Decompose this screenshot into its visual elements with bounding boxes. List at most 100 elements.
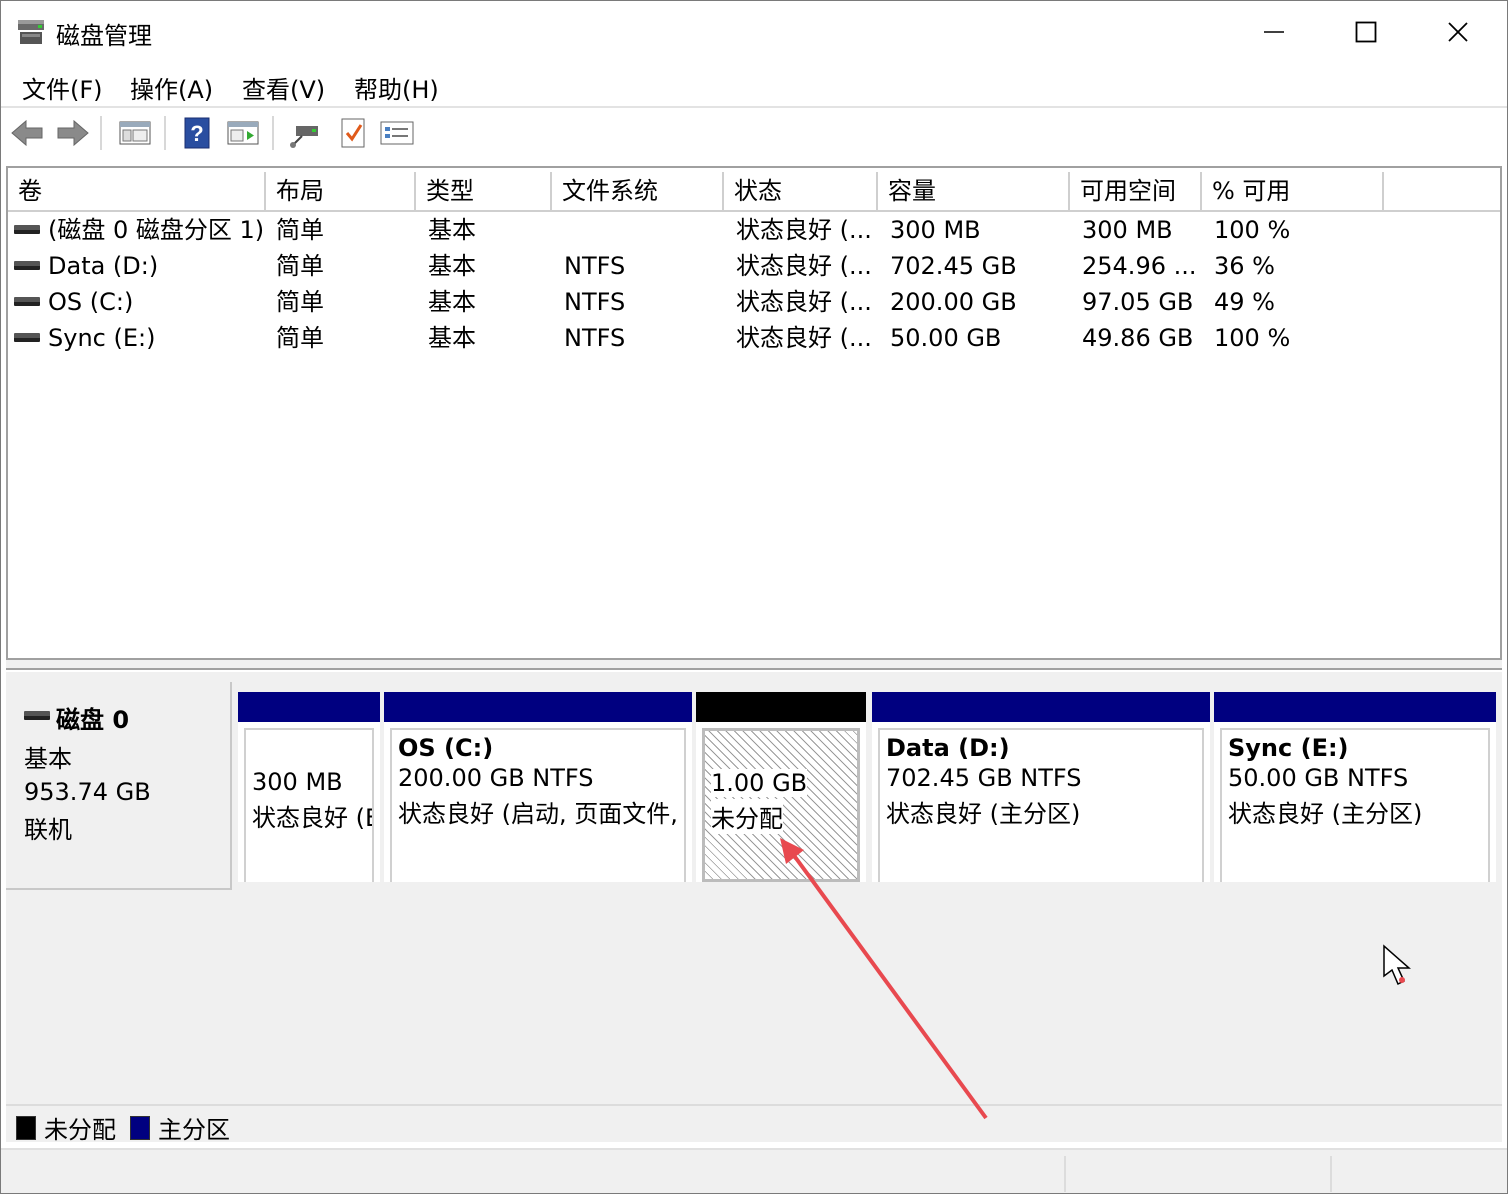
column-header-layout[interactable]: 布局 — [266, 172, 416, 212]
partition-body: Sync (E:) 50.00 GB NTFS 状态良好 (主分区) — [1220, 728, 1490, 882]
properties-list-icon[interactable] — [380, 116, 414, 150]
show-hide-action-pane-icon[interactable] — [226, 116, 260, 150]
legend: 未分配 主分区 — [6, 1104, 1502, 1145]
layout-cell: 简单 — [276, 324, 324, 352]
partition-body: OS (C:) 200.00 GB NTFS 状态良好 (启动, 页面文件, 故 — [390, 728, 686, 882]
legend-swatch — [130, 1115, 150, 1140]
table-row[interactable]: (磁盘 0 磁盘分区 1) 简单 基本 状态良好 (... 300 MB 300… — [8, 212, 1500, 248]
legend-label: 未分配 — [44, 1116, 116, 1144]
free-space-cell: 300 MB — [1082, 216, 1173, 244]
legend-label: 主分区 — [158, 1116, 230, 1144]
partition-size: 702.45 GB NTFS — [886, 764, 1082, 792]
disk-name: 磁盘 0 — [56, 706, 130, 734]
connect-disk-icon[interactable] — [288, 116, 322, 150]
volume-icon — [14, 332, 40, 342]
layout-cell: 简单 — [276, 252, 324, 280]
capacity-cell: 50.00 GB — [890, 324, 1002, 352]
volume-name: Sync (E:) — [48, 324, 156, 352]
disk-icon — [24, 711, 50, 720]
toolbar-separator — [100, 116, 102, 150]
window-title: 磁盘管理 — [56, 22, 152, 50]
volume-list-pane: 卷 布局 类型 文件系统 状态 容量 可用空间 % 可用 (磁盘 0 磁盘分区 … — [6, 166, 1502, 660]
volume-list-header: 卷 布局 类型 文件系统 状态 容量 可用空间 % 可用 — [8, 172, 1500, 212]
layout-cell: 简单 — [276, 288, 324, 316]
partition-band — [238, 692, 380, 722]
partition-status: 未分配 — [711, 799, 783, 834]
legend-unallocated: 未分配 — [16, 1110, 116, 1145]
column-header-type[interactable]: 类型 — [416, 172, 552, 212]
status-bar — [0, 1148, 1508, 1194]
partition-unallocated[interactable]: 1.00 GB 未分配 — [696, 692, 866, 882]
table-row[interactable]: OS (C:) 简单 基本 NTFS 状态良好 (... 200.00 GB 9… — [8, 284, 1500, 320]
toolbar-separator — [164, 116, 166, 150]
help-icon[interactable]: ? — [180, 116, 214, 150]
free-space-cell: 97.05 GB — [1082, 288, 1194, 316]
partition-status: 状态良好 (E — [252, 804, 374, 832]
status-bar-divider — [1064, 1156, 1066, 1192]
percent-free-cell: 100 % — [1214, 324, 1291, 352]
capacity-cell: 702.45 GB — [890, 252, 1017, 280]
svg-text:?: ? — [190, 121, 203, 146]
close-button[interactable] — [1412, 0, 1504, 64]
maximize-icon — [1355, 21, 1377, 43]
volume-name: Data (D:) — [48, 252, 159, 280]
column-header-free-space[interactable]: 可用空间 — [1070, 172, 1202, 212]
column-header-filesystem[interactable]: 文件系统 — [552, 172, 724, 212]
table-row[interactable]: Data (D:) 简单 基本 NTFS 状态良好 (... 702.45 GB… — [8, 248, 1500, 284]
menu-bar: 文件(F) 操作(A) 查看(V) 帮助(H) — [0, 64, 1508, 106]
column-header-volume[interactable]: 卷 — [8, 172, 266, 212]
minimize-button[interactable] — [1228, 0, 1320, 64]
table-row[interactable]: Sync (E:) 简单 基本 NTFS 状态良好 (... 50.00 GB … — [8, 320, 1500, 356]
status-cell: 状态良好 (... — [736, 288, 872, 316]
show-hide-console-tree-icon[interactable] — [118, 116, 152, 150]
status-bar-divider — [1330, 1156, 1332, 1192]
partition-title: Data (D:) — [886, 734, 1010, 762]
close-icon — [1448, 22, 1468, 42]
pane-splitter[interactable] — [6, 660, 1502, 670]
partition-size: 200.00 GB NTFS — [398, 764, 594, 792]
menu-action[interactable]: 操作(A) — [130, 70, 213, 105]
volume-name: (磁盘 0 磁盘分区 1) — [48, 216, 265, 244]
volume-icon — [14, 224, 40, 234]
partition-title: Sync (E:) — [1228, 734, 1349, 762]
partition-size: 50.00 GB NTFS — [1228, 764, 1409, 792]
status-cell: 状态良好 (... — [736, 216, 872, 244]
volume-icon — [14, 260, 40, 270]
type-cell: 基本 — [428, 252, 476, 280]
partition-sync-e[interactable]: Sync (E:) 50.00 GB NTFS 状态良好 (主分区) — [1214, 692, 1496, 882]
check-icon[interactable] — [336, 116, 370, 150]
title-bar: 磁盘管理 — [0, 0, 1508, 64]
forward-icon[interactable] — [56, 116, 90, 150]
menu-file[interactable]: 文件(F) — [22, 70, 103, 105]
partition-size: 300 MB — [252, 768, 343, 796]
minimize-icon — [1264, 31, 1284, 33]
legend-primary: 主分区 — [130, 1110, 230, 1145]
percent-free-cell: 49 % — [1214, 288, 1275, 316]
partition-status: 状态良好 (启动, 页面文件, 故 — [398, 800, 686, 828]
partition-efi[interactable]: 300 MB 状态良好 (E — [238, 692, 380, 882]
menu-view[interactable]: 查看(V) — [242, 70, 325, 105]
column-header-capacity[interactable]: 容量 — [878, 172, 1070, 212]
capacity-cell: 200.00 GB — [890, 288, 1017, 316]
partition-title: OS (C:) — [398, 734, 494, 762]
legend-swatch — [16, 1115, 36, 1140]
column-header-status[interactable]: 状态 — [724, 172, 878, 212]
partition-band — [696, 692, 866, 722]
filesystem-cell: NTFS — [564, 288, 626, 316]
back-icon[interactable] — [10, 116, 44, 150]
partition-status: 状态良好 (主分区) — [886, 800, 1081, 828]
partition-data-d[interactable]: Data (D:) 702.45 GB NTFS 状态良好 (主分区) — [872, 692, 1210, 882]
disk-management-app-icon — [16, 16, 46, 46]
disk-info-label[interactable]: 磁盘 0 基本 953.74 GB 联机 — [6, 682, 232, 890]
filesystem-cell: NTFS — [564, 324, 626, 352]
layout-cell: 简单 — [276, 216, 324, 244]
column-header-percent-free[interactable]: % 可用 — [1202, 172, 1384, 212]
partition-band — [872, 692, 1210, 722]
toolbar-separator — [272, 116, 274, 150]
partition-band — [1214, 692, 1496, 722]
maximize-button[interactable] — [1320, 0, 1412, 64]
filesystem-cell: NTFS — [564, 252, 626, 280]
menu-help[interactable]: 帮助(H) — [354, 70, 439, 105]
partition-os-c[interactable]: OS (C:) 200.00 GB NTFS 状态良好 (启动, 页面文件, 故 — [384, 692, 692, 882]
disk-type: 基本 — [24, 745, 72, 773]
